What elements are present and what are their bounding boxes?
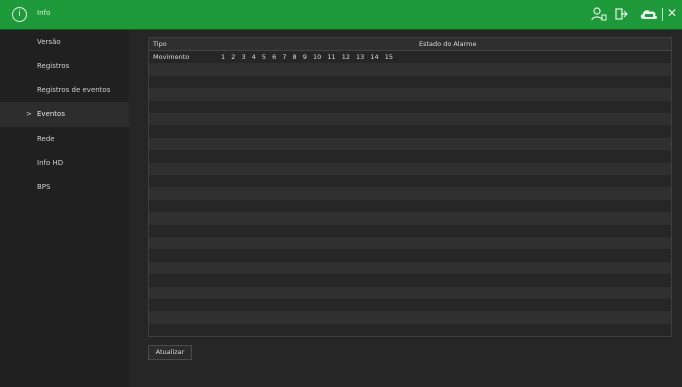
sidebar-item-label: Eventos (37, 110, 65, 118)
table-row (149, 113, 671, 126)
event-type: Movimento (153, 53, 190, 61)
column-header-alarm-state: Estado do Alarme (419, 40, 477, 48)
exit-icon[interactable] (614, 7, 628, 21)
channel-number: 9 (302, 53, 307, 61)
table-row (149, 199, 671, 213)
sidebar-item-versao[interactable]: Versão (0, 30, 129, 55)
close-icon[interactable]: ✕ (667, 6, 677, 20)
channel-number: 13 (356, 53, 365, 61)
channel-number: 10 (312, 53, 322, 61)
channel-number: 1 (221, 53, 226, 61)
app-window: i Info ✕ Versão Registros Registros de e… (0, 0, 682, 387)
table-row (149, 162, 671, 175)
table-row[interactable]: Movimento 1 2 3 4 5 6 7 8 9 10 11 12 13 … (149, 51, 671, 64)
table-row (149, 261, 671, 275)
channel-number: 11 (327, 53, 336, 61)
table-row (149, 299, 671, 312)
channel-number: 2 (231, 53, 236, 61)
table-row (149, 311, 671, 324)
column-header-type: Tipo (153, 40, 167, 48)
sidebar-item-label: Versão (37, 38, 61, 46)
channel-number: 8 (292, 53, 297, 61)
sidebar-item-label: Registros (37, 62, 70, 70)
sidebar-item-label: Rede (37, 135, 55, 143)
sidebar: Versão Registros Registros de eventos > … (0, 30, 129, 387)
sidebar-item-info-hd[interactable]: Info HD (0, 151, 129, 176)
sidebar-item-registros[interactable]: Registros (0, 54, 129, 79)
toolbar-separator (662, 8, 663, 21)
user-icon[interactable] (591, 7, 607, 21)
channel-number: 5 (261, 53, 267, 61)
table-row (149, 75, 671, 89)
sidebar-item-bps[interactable]: BPS (0, 175, 129, 200)
sidebar-item-rede[interactable]: Rede (0, 127, 129, 152)
cloud-icon[interactable] (639, 7, 659, 21)
channel-number: 7 (282, 53, 287, 61)
sidebar-item-label: Info HD (37, 159, 64, 167)
table-row (149, 63, 671, 76)
channel-number: 4 (251, 53, 256, 61)
sidebar-item-eventos[interactable]: > Eventos (0, 102, 129, 127)
channel-number: 15 (384, 53, 394, 61)
page-title: Info (37, 9, 51, 17)
channel-number: 14 (370, 53, 379, 61)
sidebar-item-label: Registros de eventos (37, 86, 111, 94)
alarm-channels: 1 2 3 4 5 6 7 8 9 10 11 12 13 14 15 (221, 53, 397, 61)
table-row (149, 88, 671, 101)
sidebar-item-label: BPS (37, 183, 51, 191)
table-row (149, 150, 671, 163)
chevron-right-icon: > (26, 110, 32, 118)
info-icon: i (12, 7, 27, 22)
top-bar: i Info ✕ (0, 0, 682, 30)
table-row (149, 286, 671, 299)
channel-number: 3 (241, 53, 246, 61)
table-row (149, 187, 671, 200)
table-row (149, 237, 671, 250)
table-header: Tipo Estado do Alarme (149, 38, 671, 51)
refresh-button[interactable]: Atualizar (148, 345, 192, 360)
table-row (149, 323, 671, 337)
channel-number: 12 (341, 53, 350, 61)
table-row (149, 175, 671, 188)
table-row (149, 249, 671, 262)
sidebar-item-registros-de-eventos[interactable]: Registros de eventos (0, 78, 129, 103)
table-row (149, 212, 671, 225)
table-row (149, 125, 671, 138)
events-table: Tipo Estado do Alarme Movimento 1 2 3 4 … (148, 37, 672, 337)
channel-number: 6 (272, 53, 277, 61)
table-row (149, 274, 671, 287)
table-row (149, 100, 671, 113)
table-row (149, 224, 671, 237)
table-row (149, 137, 671, 151)
